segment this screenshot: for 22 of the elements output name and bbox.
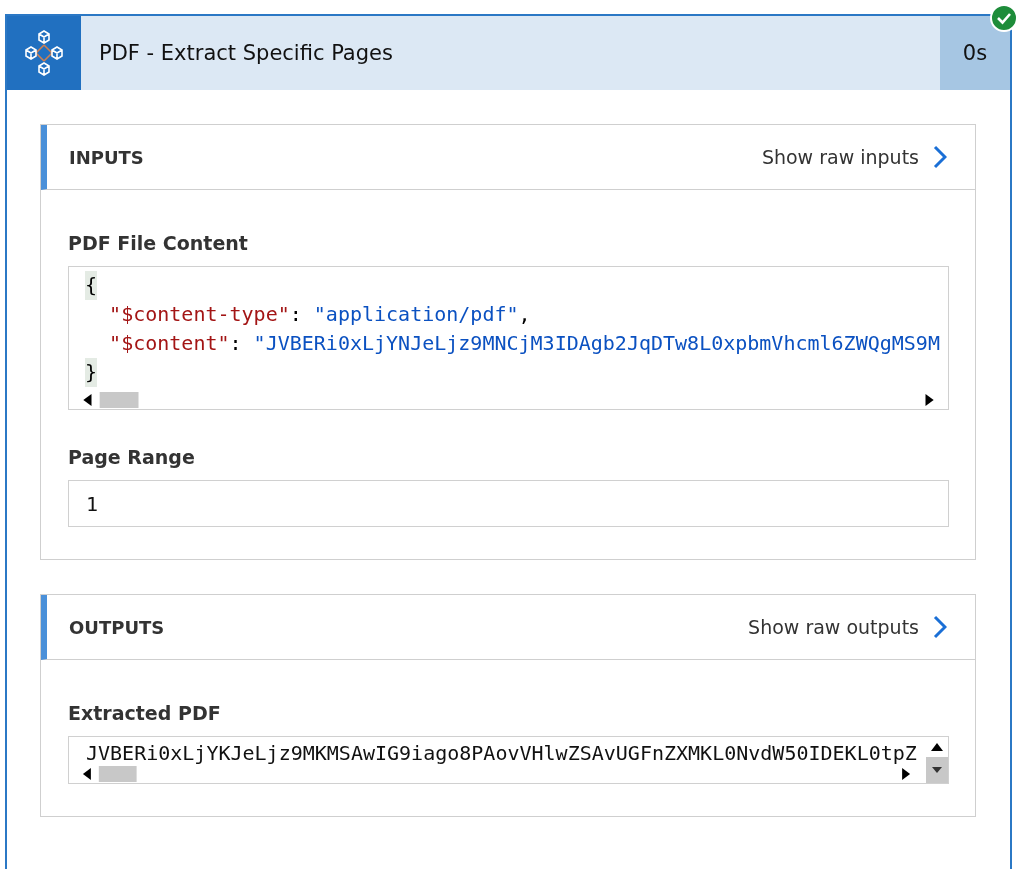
show-raw-link[interactable]: Show raw outputs bbox=[748, 615, 947, 639]
show-raw-link[interactable]: Show raw inputs bbox=[761, 145, 947, 169]
output-text: JVBERi0xLjYKJeLjz9MKMSAwIG9iago8PAovVHlwZSAvUGFnZXMKL0NvdW50IDEKL0tpZ bbox=[85, 740, 918, 765]
json-punctuation: : bbox=[289, 301, 303, 328]
json-punctuation: , bbox=[518, 301, 531, 328]
json-brace: { bbox=[85, 271, 98, 300]
field-label: Extracted PDF bbox=[68, 702, 222, 724]
duration-label: 0s bbox=[940, 16, 1010, 90]
action-title: PDF - Extract Specific Pages bbox=[81, 16, 940, 90]
field-label: PDF File Content bbox=[68, 232, 249, 254]
value-field: 1 bbox=[68, 480, 949, 527]
json-string: "JVBERi0xLjYNJeLjz9MNCjM3IDAgb2JqDTw8L0xpbmVhcml6ZWQgMS9M bbox=[253, 330, 940, 357]
field-label: Page Range bbox=[68, 446, 196, 468]
json-key: "$content-type" bbox=[109, 300, 290, 329]
json-brace: } bbox=[85, 358, 98, 387]
chevron-right-icon bbox=[933, 145, 947, 169]
json-string: "application/pdf" bbox=[313, 301, 519, 328]
section-heading: INPUTS bbox=[69, 146, 145, 168]
json-punctuation: : bbox=[229, 330, 243, 357]
chevron-right-icon bbox=[933, 615, 947, 639]
json-key: "$content" bbox=[109, 329, 230, 358]
section-heading: OUTPUTS bbox=[69, 616, 166, 638]
